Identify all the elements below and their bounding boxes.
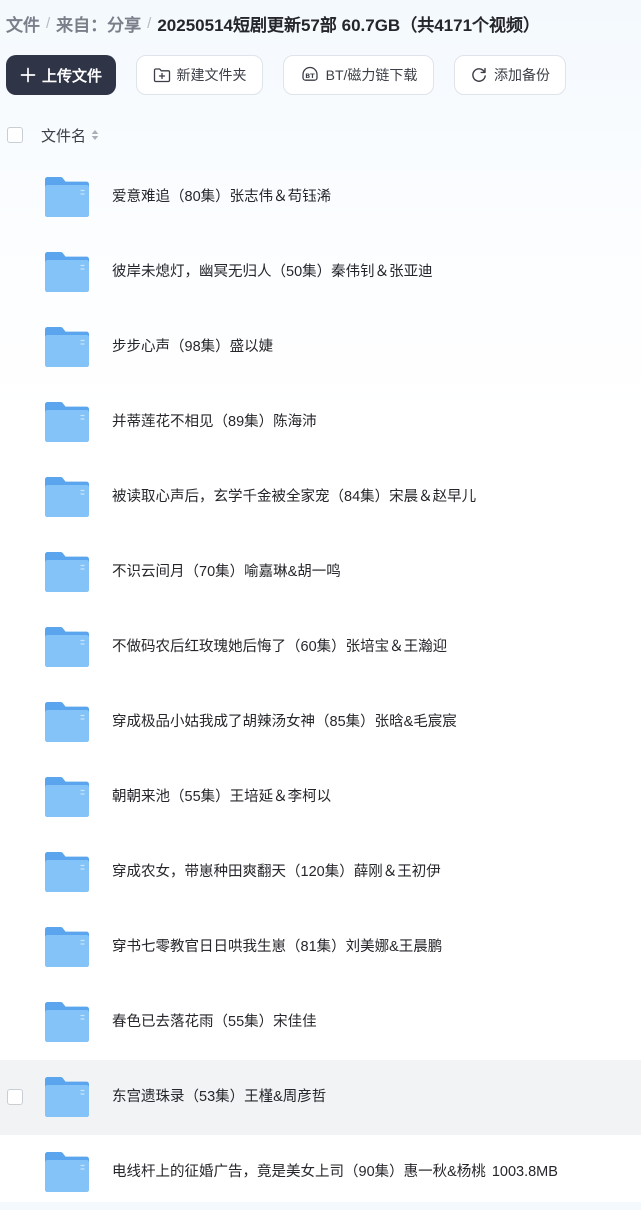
file-name-text: 春色已去落花雨（55集）宋佳佳 [112, 1014, 317, 1030]
file-name[interactable]: 穿成极品小姑我成了胡辣汤女神（85集）张晗&毛宸宸 [112, 685, 457, 760]
bt-download-button-label: BT/磁力链下载 [325, 67, 418, 83]
file-row[interactable]: 电线杆上的征婚广告，竟是美女上司（90集）惠一秋&杨桃 1003.8MB [0, 1135, 641, 1210]
file-row[interactable]: 爱意难追（80集）张志伟＆苟钰浠 [0, 160, 641, 235]
file-name[interactable]: 电线杆上的征婚广告，竟是美女上司（90集）惠一秋&杨桃 1003.8MB [112, 1135, 558, 1210]
folder-icon [43, 625, 91, 669]
bt-download-button[interactable]: BT BT/磁力链下载 [283, 55, 434, 95]
folder-plus-icon [153, 67, 171, 83]
file-name-column-label: 文件名 [41, 127, 87, 145]
refresh-icon [470, 66, 488, 84]
upload-button-label: 上传文件 [41, 67, 102, 85]
breadcrumb-separator: / [46, 14, 51, 32]
file-name-text: 不识云间月（70集）喻嘉琳&胡一鸣 [112, 564, 341, 580]
folder-icon [43, 1075, 91, 1119]
file-row[interactable]: 东宫遗珠录（53集）王槿&周彦哲 [0, 1060, 641, 1135]
new-folder-button[interactable]: 新建文件夹 [136, 55, 263, 95]
folder-icon [43, 325, 91, 369]
file-list: 爱意难追（80集）张志伟＆苟钰浠彼岸未熄灯，幽冥无归人（50集）秦伟钊＆张亚迪步… [0, 160, 641, 1210]
file-row[interactable]: 彼岸未熄灯，幽冥无归人（50集）秦伟钊＆张亚迪 [0, 235, 641, 310]
file-row[interactable]: 步步心声（98集）盛以婕 [0, 310, 641, 385]
folder-icon [43, 700, 91, 744]
file-row[interactable]: 不识云间月（70集）喻嘉琳&胡一鸣 [0, 535, 641, 610]
plus-icon [20, 67, 36, 83]
file-row[interactable]: 被读取心声后，玄学千金被全家宠（84集）宋晨＆赵早儿 [0, 460, 641, 535]
file-row[interactable]: 春色已去落花雨（55集）宋佳佳 [0, 985, 641, 1060]
file-row[interactable]: 穿成极品小姑我成了胡辣汤女神（85集）张晗&毛宸宸 [0, 685, 641, 760]
folder-icon [43, 250, 91, 294]
breadcrumb-separator: / [147, 14, 152, 32]
file-name[interactable]: 彼岸未熄灯，幽冥无归人（50集）秦伟钊＆张亚迪 [112, 235, 433, 310]
upload-button[interactable]: 上传文件 [6, 55, 116, 95]
file-name-text: 步步心声（98集）盛以婕 [112, 339, 274, 355]
file-name-text: 朝朝来池（55集）王培延＆李柯以 [112, 789, 332, 805]
breadcrumb-root[interactable]: 文件 [6, 11, 40, 36]
sort-by-name-header[interactable]: 文件名 [41, 125, 99, 146]
file-row[interactable]: 并蒂莲花不相见（89集）陈海沛 [0, 385, 641, 460]
sort-icon [91, 129, 99, 141]
row-checkbox[interactable] [7, 1089, 23, 1105]
file-name[interactable]: 不做码农后红玫瑰她后悔了（60集）张培宝＆王瀚迎 [112, 610, 447, 685]
file-name-text: 穿书七零教官日日哄我生崽（81集）刘美娜&王晨鹏 [112, 939, 443, 955]
file-name-text: 穿成农女，带崽种田爽翻天（120集）薛刚＆王初伊 [112, 864, 441, 880]
file-name-text: 彼岸未熄灯，幽冥无归人（50集）秦伟钊＆张亚迪 [112, 264, 433, 280]
folder-icon [43, 175, 91, 219]
file-size: 1003.8MB [491, 1164, 558, 1180]
file-name[interactable]: 不识云间月（70集）喻嘉琳&胡一鸣 [112, 535, 341, 610]
breadcrumb-current-folder: 20250514短剧更新57部 60.7GB（共4171个视频） [157, 15, 541, 35]
svg-text:BT: BT [305, 72, 315, 80]
file-list-header: 文件名 [0, 117, 641, 153]
file-row[interactable]: 穿书七零教官日日哄我生崽（81集）刘美娜&王晨鹏 [0, 910, 641, 985]
bt-icon: BT [300, 66, 320, 84]
file-name[interactable]: 步步心声（98集）盛以婕 [112, 310, 273, 385]
file-name-text: 爱意难追（80集）张志伟＆苟钰浠 [112, 189, 332, 205]
breadcrumb: 文件 / 来自：分享 / 20250514短剧更新57部 60.7GB（共417… [6, 9, 641, 37]
file-name[interactable]: 并蒂莲花不相见（89集）陈海沛 [112, 385, 317, 460]
file-name-text: 东宫遗珠录（53集）王槿&周彦哲 [112, 1089, 327, 1105]
file-row[interactable]: 穿成农女，带崽种田爽翻天（120集）薛刚＆王初伊 [0, 835, 641, 910]
select-all-checkbox[interactable] [7, 127, 23, 143]
folder-icon [43, 550, 91, 594]
add-backup-button-label: 添加备份 [494, 67, 550, 83]
new-folder-button-label: 新建文件夹 [176, 67, 247, 83]
folder-icon [43, 775, 91, 819]
folder-icon [43, 925, 91, 969]
folder-icon [43, 850, 91, 894]
breadcrumb-source[interactable]: 来自：分享 [56, 11, 141, 36]
folder-icon [43, 1150, 91, 1194]
file-name-text: 穿成极品小姑我成了胡辣汤女神（85集）张晗&毛宸宸 [112, 714, 457, 730]
file-name-text: 并蒂莲花不相见（89集）陈海沛 [112, 414, 317, 430]
file-name[interactable]: 东宫遗珠录（53集）王槿&周彦哲 [112, 1060, 326, 1135]
folder-icon [43, 400, 91, 444]
file-name[interactable]: 穿书七零教官日日哄我生崽（81集）刘美娜&王晨鹏 [112, 910, 442, 985]
file-name[interactable]: 爱意难追（80集）张志伟＆苟钰浠 [112, 160, 331, 235]
file-name[interactable]: 被读取心声后，玄学千金被全家宠（84集）宋晨＆赵早儿 [112, 460, 476, 535]
file-row[interactable]: 不做码农后红玫瑰她后悔了（60集）张培宝＆王瀚迎 [0, 610, 641, 685]
file-name-text: 被读取心声后，玄学千金被全家宠（84集）宋晨＆赵早儿 [112, 489, 477, 505]
file-name[interactable]: 朝朝来池（55集）王培延＆李柯以 [112, 760, 331, 835]
folder-icon [43, 1000, 91, 1044]
file-name[interactable]: 穿成农女，带崽种田爽翻天（120集）薛刚＆王初伊 [112, 835, 441, 910]
file-name-text: 不做码农后红玫瑰她后悔了（60集）张培宝＆王瀚迎 [112, 639, 448, 655]
add-backup-button[interactable]: 添加备份 [454, 55, 566, 95]
folder-icon [43, 475, 91, 519]
file-row[interactable]: 朝朝来池（55集）王培延＆李柯以 [0, 760, 641, 835]
file-name[interactable]: 春色已去落花雨（55集）宋佳佳 [112, 985, 317, 1060]
file-name-text: 电线杆上的征婚广告，竟是美女上司（90集）惠一秋&杨桃 [112, 1164, 486, 1180]
toolbar: 上传文件 新建文件夹 BT BT/磁力链下载 添加备份 [6, 55, 566, 95]
